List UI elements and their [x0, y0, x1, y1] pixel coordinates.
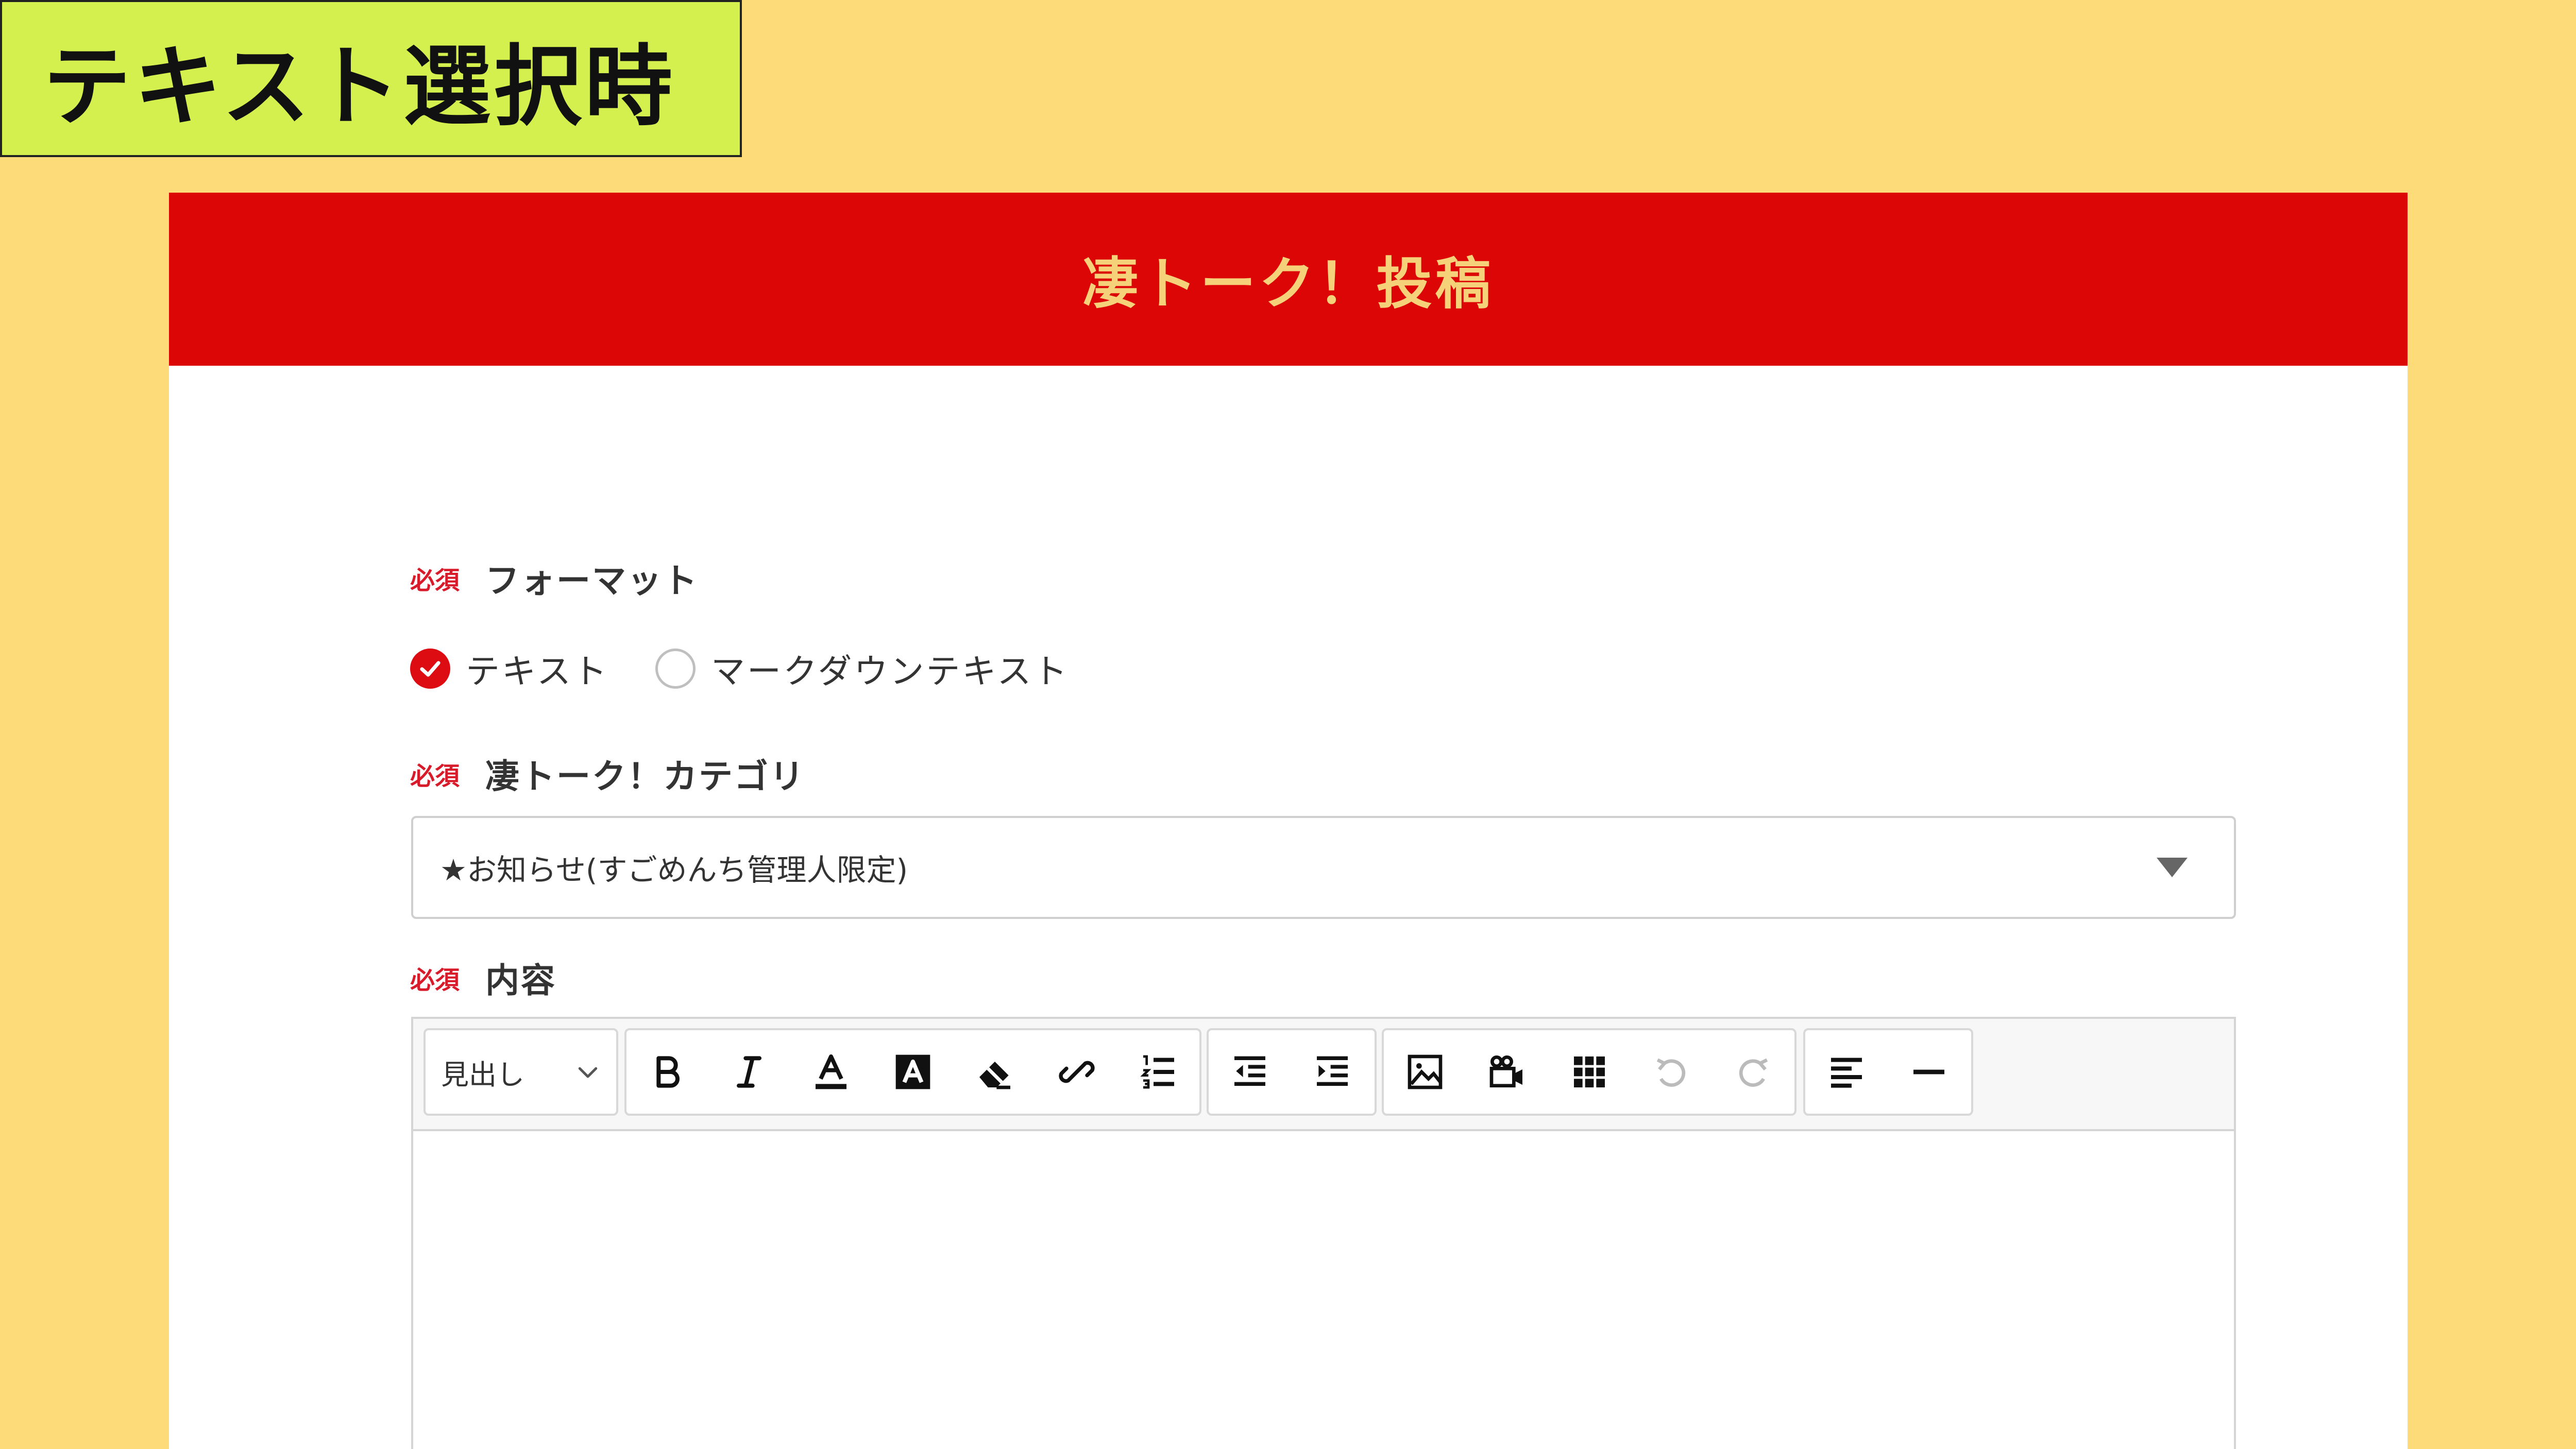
page-title: 凄トーク！投稿 [1082, 252, 1494, 316]
undo-button[interactable] [1630, 1030, 1712, 1114]
editor-toolbar: 見出し [413, 1019, 2234, 1131]
eraser-button[interactable] [954, 1030, 1036, 1114]
align-left-icon [1831, 1058, 1862, 1088]
highlight-icon [895, 1054, 930, 1089]
ordered-list-button[interactable] [1117, 1030, 1199, 1114]
radio-checked-icon [410, 649, 450, 689]
italic-button[interactable] [708, 1030, 790, 1114]
paragraph-group [1803, 1028, 1973, 1116]
category-select[interactable]: ★お知らせ(すごめんち管理人限定) [411, 816, 2236, 919]
category-label: 凄トーク！カテゴリ [485, 757, 806, 796]
radio-text[interactable]: テキスト [410, 644, 609, 693]
horizontal-rule-button[interactable] [1888, 1030, 1970, 1114]
chevron-down-icon [578, 1067, 598, 1078]
font-color-icon [816, 1054, 847, 1089]
horizontal-rule-icon [1913, 1069, 1944, 1075]
content-editor: 見出し [411, 1017, 2236, 1449]
mode-tag: テキスト選択時 [0, 0, 742, 157]
highlight-button[interactable] [872, 1030, 954, 1114]
heading-select-value: 見出し [441, 1058, 524, 1091]
unlink-icon [1059, 1061, 1095, 1083]
video-button[interactable] [1466, 1030, 1548, 1114]
ordered-list-icon [1140, 1055, 1174, 1089]
format-radio-group: テキスト マークダウンテキスト [410, 644, 1115, 693]
table-icon [1573, 1056, 1605, 1087]
panel-header: 凄トーク！投稿 [169, 193, 2408, 366]
format-label: フォーマット [485, 561, 699, 601]
bold-icon [656, 1056, 680, 1088]
required-badge: 必須 [410, 566, 460, 595]
video-icon [1489, 1055, 1523, 1087]
heading-group: 見出し [423, 1028, 618, 1116]
editor-content-area[interactable] [413, 1131, 2234, 1449]
redo-icon [1739, 1058, 1768, 1087]
indent-icon [1317, 1056, 1348, 1086]
dropdown-arrow-icon [2157, 858, 2188, 877]
indent-button[interactable] [1291, 1030, 1374, 1114]
align-left-button[interactable] [1805, 1030, 1888, 1114]
format-label-row: 必須 フォーマット [410, 553, 699, 603]
radio-markdown-label: マークダウンテキスト [711, 652, 1070, 691]
eraser-icon [979, 1062, 1010, 1089]
category-select-value: ★お知らせ(すごめんち管理人限定) [440, 853, 908, 888]
outdent-button[interactable] [1209, 1030, 1291, 1114]
required-badge: 必須 [410, 966, 460, 995]
table-button[interactable] [1548, 1030, 1630, 1114]
image-icon [1408, 1054, 1443, 1089]
radio-unchecked-icon [655, 649, 696, 689]
content-label-row: 必須 内容 [410, 953, 556, 1002]
mode-tag-label: テキスト選択時 [43, 36, 675, 138]
image-button[interactable] [1384, 1030, 1466, 1114]
post-panel: 凄トーク！投稿 必須 フォーマット テキスト マークダウンテキスト 必須 凄トー… [169, 193, 2408, 1449]
content-label: 内容 [485, 961, 557, 1000]
radio-text-label: テキスト [466, 652, 609, 691]
radio-markdown[interactable]: マークダウンテキスト [655, 644, 1069, 693]
outdent-icon [1234, 1056, 1265, 1086]
font-color-button[interactable] [790, 1030, 872, 1114]
heading-select[interactable]: 見出し [426, 1052, 616, 1093]
italic-icon [737, 1056, 762, 1088]
category-label-row: 必須 凄トーク！カテゴリ [410, 749, 805, 798]
indent-group [1207, 1028, 1377, 1116]
format-group [624, 1028, 1201, 1116]
required-badge: 必須 [410, 762, 460, 791]
unlink-button[interactable] [1036, 1030, 1117, 1114]
redo-button[interactable] [1713, 1030, 1794, 1114]
undo-icon [1656, 1058, 1686, 1087]
bold-button[interactable] [626, 1030, 708, 1114]
insert-group [1382, 1028, 1797, 1116]
